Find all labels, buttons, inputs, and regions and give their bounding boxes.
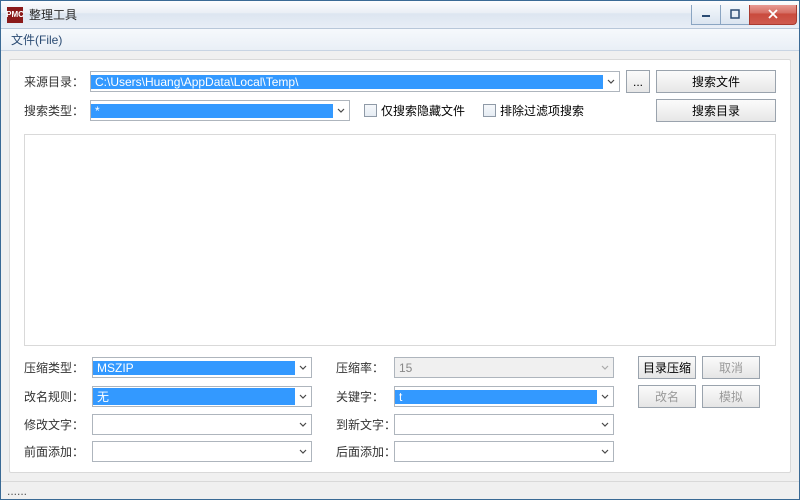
prepend-combo[interactable] [92, 441, 312, 462]
compress-rate-combo: 15 [394, 357, 614, 378]
keyword-value: t [395, 390, 597, 404]
chevron-down-icon [333, 101, 349, 120]
modify-text-label: 修改文字： [24, 416, 86, 433]
rename-rule-value: 无 [93, 388, 295, 405]
close-button[interactable] [749, 5, 797, 25]
search-type-label: 搜索类型： [24, 102, 84, 119]
app-icon: PMC [7, 7, 23, 23]
results-list[interactable] [24, 134, 776, 346]
rename-rule-label: 改名规则： [24, 388, 86, 405]
cancel-button[interactable]: 取消 [702, 356, 760, 379]
keyword-combo[interactable]: t [394, 386, 614, 407]
chevron-down-icon [295, 387, 311, 406]
chevron-down-icon [597, 415, 613, 434]
chevron-down-icon [597, 387, 613, 406]
menubar: 文件(File) [1, 29, 799, 51]
chevron-down-icon [295, 442, 311, 461]
search-folders-button[interactable]: 搜索目录 [656, 99, 776, 122]
to-new-text-label: 到新文字： [336, 416, 388, 433]
rename-rule-combo[interactable]: 无 [92, 386, 312, 407]
chevron-down-icon [603, 72, 619, 91]
exclude-filter-checkbox[interactable]: 排除过滤项搜索 [483, 102, 584, 119]
search-type-combo[interactable]: * [90, 100, 350, 121]
compress-type-combo[interactable]: MSZIP [92, 357, 312, 378]
simulate-button[interactable]: 模拟 [702, 385, 760, 408]
dir-compress-button[interactable]: 目录压缩 [638, 356, 696, 379]
source-dir-value: C:\Users\Huang\AppData\Local\Temp\ [91, 75, 603, 89]
search-type-value: * [91, 104, 333, 118]
exclude-filter-label: 排除过滤项搜索 [500, 102, 584, 119]
source-dir-combo[interactable]: C:\Users\Huang\AppData\Local\Temp\ [90, 71, 620, 92]
prepend-label: 前面添加： [24, 443, 86, 460]
compress-type-value: MSZIP [93, 361, 295, 375]
hidden-only-label: 仅搜索隐藏文件 [381, 102, 465, 119]
to-new-text-combo[interactable] [394, 414, 614, 435]
hidden-only-checkbox[interactable]: 仅搜索隐藏文件 [364, 102, 465, 119]
window-title: 整理工具 [29, 6, 692, 23]
modify-text-combo[interactable] [92, 414, 312, 435]
checkbox-icon [364, 104, 377, 117]
minimize-button[interactable] [691, 5, 721, 25]
checkbox-icon [483, 104, 496, 117]
chevron-down-icon [295, 415, 311, 434]
compress-rate-label: 压缩率： [336, 359, 388, 376]
titlebar[interactable]: PMC 整理工具 [1, 1, 799, 29]
append-label: 后面添加： [336, 443, 388, 460]
statusbar: ...... [1, 481, 799, 499]
content-area: 来源目录： C:\Users\Huang\AppData\Local\Temp\… [1, 51, 799, 481]
rename-button[interactable]: 改名 [638, 385, 696, 408]
keyword-label: 关键字： [336, 388, 388, 405]
search-files-button[interactable]: 搜索文件 [656, 70, 776, 93]
app-window: PMC 整理工具 文件(File) 来源目录： C:\Users\Huang\A… [0, 0, 800, 500]
status-text: ...... [7, 484, 27, 498]
compress-rate-value: 15 [395, 361, 597, 375]
window-buttons [692, 5, 797, 25]
browse-button[interactable]: ... [626, 70, 650, 93]
menu-file[interactable]: 文件(File) [3, 29, 70, 50]
chevron-down-icon [295, 358, 311, 377]
maximize-button[interactable] [720, 5, 750, 25]
chevron-down-icon [597, 358, 613, 377]
bottom-controls: 压缩类型： MSZIP 压缩率： 15 目录压缩 取消 改名规则： 无 [24, 356, 776, 462]
compress-type-label: 压缩类型： [24, 359, 86, 376]
append-combo[interactable] [394, 441, 614, 462]
source-dir-label: 来源目录： [24, 73, 84, 90]
chevron-down-icon [597, 442, 613, 461]
main-panel: 来源目录： C:\Users\Huang\AppData\Local\Temp\… [9, 59, 791, 473]
